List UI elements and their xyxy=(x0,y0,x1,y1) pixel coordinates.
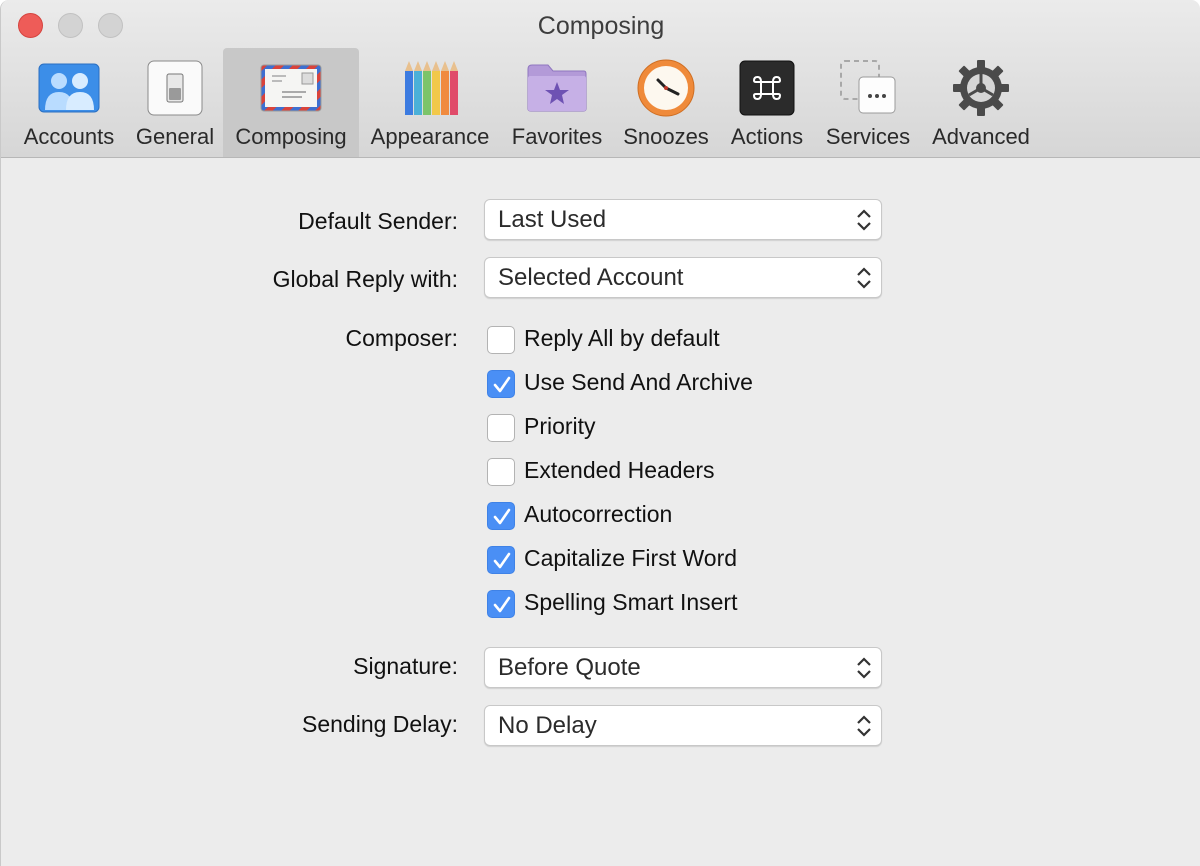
checkbox-label: Spelling Smart Insert xyxy=(524,589,738,615)
tab-snoozes[interactable]: Snoozes xyxy=(615,48,717,157)
popup-value: No Delay xyxy=(498,712,597,739)
checkbox-label: Autocorrection xyxy=(524,501,673,527)
checkbox-label: Capitalize First Word xyxy=(524,545,738,571)
global-reply-label: Global Reply with: xyxy=(272,266,458,292)
checkmark-icon xyxy=(493,596,511,613)
services-icon xyxy=(836,56,900,120)
tab-favorites[interactable]: Favorites xyxy=(503,48,611,157)
sending-delay-label: Sending Delay: xyxy=(302,711,458,737)
popup-value: Last Used xyxy=(498,206,607,233)
checkbox[interactable] xyxy=(487,546,515,574)
tab-label: Appearance xyxy=(370,124,490,149)
checkmark-icon xyxy=(493,552,511,569)
tab-label: Actions xyxy=(730,124,804,149)
chevron-updown-icon xyxy=(857,657,871,679)
window-title: Composing xyxy=(537,12,665,40)
clock-icon xyxy=(634,56,698,120)
tab-label: General xyxy=(135,124,215,149)
checkbox[interactable] xyxy=(487,458,515,486)
tab-label: Services xyxy=(825,124,911,149)
tab-label: Composing xyxy=(235,124,347,149)
checkbox[interactable] xyxy=(487,370,515,398)
star-folder-icon xyxy=(525,56,589,120)
accounts-icon xyxy=(37,56,101,120)
checkmark-icon xyxy=(493,376,511,393)
checkbox-label: Reply All by default xyxy=(524,325,720,351)
tab-advanced[interactable]: Advanced xyxy=(925,48,1037,157)
titlebar: Composing Accounts General Composing App… xyxy=(1,0,1200,158)
checkbox-label: Extended Headers xyxy=(524,457,715,483)
tab-label: Accounts xyxy=(23,124,115,149)
tab-label: Advanced xyxy=(932,124,1030,149)
tab-label: Favorites xyxy=(511,124,603,149)
tab-label: Snoozes xyxy=(623,124,709,149)
popup-value: Before Quote xyxy=(498,654,641,681)
default-sender-popup[interactable]: Last Used xyxy=(484,199,882,240)
command-icon xyxy=(735,56,799,120)
checkbox[interactable] xyxy=(487,326,515,354)
tab-general[interactable]: General xyxy=(127,48,223,157)
tab-services[interactable]: Services xyxy=(817,48,919,157)
tab-actions[interactable]: Actions xyxy=(721,48,813,157)
checkbox[interactable] xyxy=(487,502,515,530)
chevron-updown-icon xyxy=(857,267,871,289)
global-reply-popup[interactable]: Selected Account xyxy=(484,257,882,298)
tab-composing[interactable]: Composing xyxy=(223,48,359,157)
default-sender-label: Default Sender: xyxy=(298,208,458,234)
tab-appearance[interactable]: Appearance xyxy=(363,48,497,157)
checkbox[interactable] xyxy=(487,590,515,618)
signature-popup[interactable]: Before Quote xyxy=(484,647,882,688)
preferences-window: Composing Accounts General Composing App… xyxy=(0,0,1200,866)
checkmark-icon xyxy=(493,508,511,525)
composer-label: Composer: xyxy=(345,325,458,351)
checkbox-label: Priority xyxy=(524,413,596,439)
pencils-icon xyxy=(398,56,462,120)
gear-icon xyxy=(949,56,1013,120)
general-switch-icon xyxy=(143,56,207,120)
tab-accounts[interactable]: Accounts xyxy=(15,48,123,157)
envelope-icon xyxy=(259,56,323,120)
checkbox[interactable] xyxy=(487,414,515,442)
signature-label: Signature: xyxy=(353,653,458,679)
chevron-updown-icon xyxy=(857,715,871,737)
sending-delay-popup[interactable]: No Delay xyxy=(484,705,882,746)
chevron-updown-icon xyxy=(857,209,871,231)
popup-value: Selected Account xyxy=(498,264,684,291)
checkbox-label: Use Send And Archive xyxy=(524,369,753,395)
